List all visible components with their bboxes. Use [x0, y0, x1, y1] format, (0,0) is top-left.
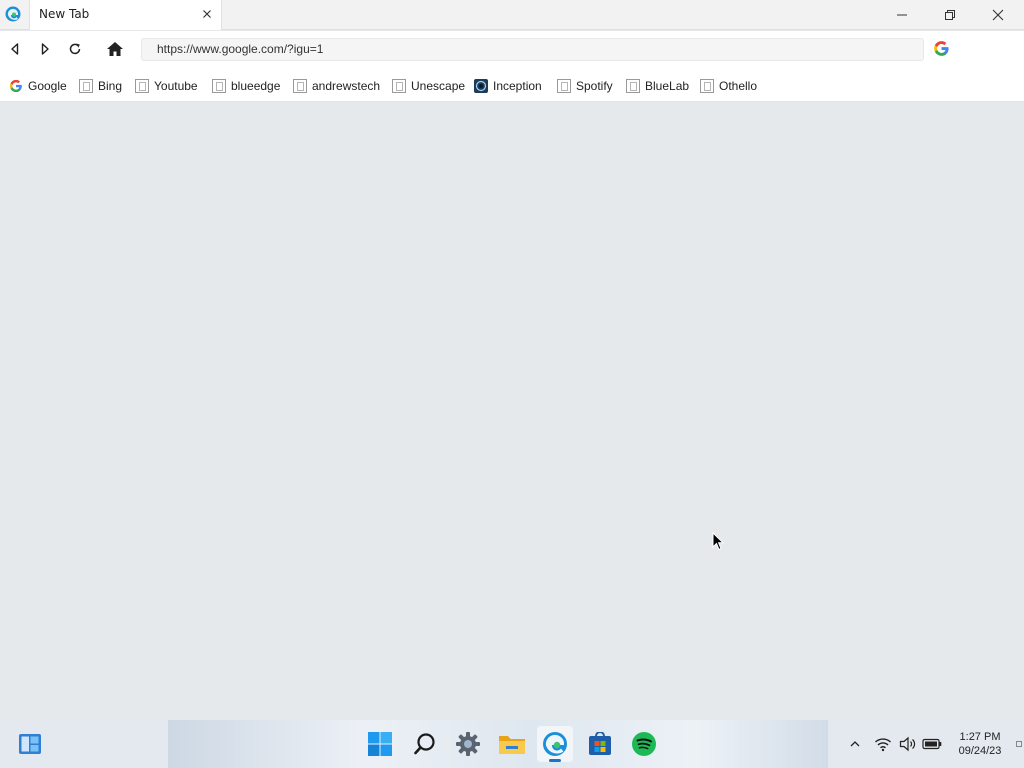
page-icon — [212, 78, 226, 93]
forward-button[interactable] — [33, 38, 57, 60]
active-app-indicator — [549, 759, 561, 762]
bookmark-inception[interactable]: Inception — [474, 77, 542, 94]
page-icon — [135, 78, 149, 93]
speaker-icon — [899, 736, 916, 752]
bookmark-label: Bing — [98, 78, 123, 93]
bookmark-youtube[interactable]: Youtube — [135, 77, 198, 94]
back-button[interactable] — [3, 38, 27, 60]
page-icon — [79, 78, 93, 93]
bookmark-label: andrewstech — [312, 78, 381, 93]
page-icon — [392, 78, 406, 93]
windows-logo-icon — [368, 732, 392, 756]
restore-icon — [945, 10, 955, 20]
forward-arrow-icon — [41, 43, 49, 55]
folder-icon — [499, 736, 525, 754]
close-tab-icon[interactable] — [199, 6, 215, 22]
restore-button[interactable] — [927, 0, 973, 30]
home-button[interactable] — [103, 38, 127, 60]
close-icon — [992, 9, 1004, 21]
bookmark-othello[interactable]: Othello — [700, 77, 757, 94]
bookmark-andrewstech[interactable]: andrewstech — [293, 77, 380, 94]
network-button[interactable] — [873, 734, 893, 754]
title-bar: New Tab — [0, 0, 1024, 30]
inception-icon — [474, 78, 488, 93]
show-desktop-button[interactable] — [1016, 741, 1022, 747]
battery-button[interactable] — [922, 734, 942, 754]
volume-button[interactable] — [898, 734, 918, 754]
mouse-cursor-icon — [712, 532, 724, 551]
reload-icon — [69, 43, 81, 55]
bookmark-unescape[interactable]: Unescape — [392, 77, 465, 94]
gear-icon — [456, 732, 480, 756]
chevron-up-icon — [850, 741, 860, 747]
widgets-button[interactable] — [12, 726, 48, 762]
start-button[interactable] — [362, 726, 398, 762]
page-icon — [626, 78, 640, 93]
google-search-icon[interactable] — [933, 40, 950, 57]
show-hidden-icons-button[interactable] — [845, 734, 865, 754]
bookmark-google[interactable]: Google — [9, 77, 67, 94]
bookmark-blueedge[interactable]: blueedge — [212, 77, 280, 94]
bookmark-bing[interactable]: Bing — [79, 77, 122, 94]
settings-app-button[interactable] — [450, 726, 486, 762]
desktop-screen: New Tab https://www.google.com/?igu=1 Go… — [0, 0, 1024, 768]
spotify-icon — [632, 732, 656, 756]
browser-tab[interactable]: New Tab — [29, 0, 222, 30]
page-content[interactable] — [0, 103, 1024, 720]
page-icon — [293, 78, 307, 93]
edge-icon — [543, 732, 567, 756]
edge-logo-icon — [5, 6, 21, 22]
bookmark-label: blueedge — [231, 78, 281, 93]
bookmark-label: BlueLab — [645, 78, 690, 93]
close-window-button[interactable] — [975, 0, 1021, 30]
edge-app-button[interactable] — [537, 726, 573, 762]
minimize-icon — [897, 14, 907, 16]
page-icon — [700, 78, 714, 93]
search-icon — [414, 733, 435, 755]
battery-icon — [922, 738, 942, 750]
store-app-button[interactable] — [582, 726, 618, 762]
page-icon — [557, 78, 571, 93]
wifi-icon — [875, 738, 891, 752]
bookmark-bluelab[interactable]: BlueLab — [626, 77, 689, 94]
clock-date[interactable]: 09/24/23 — [950, 745, 1010, 757]
search-button[interactable] — [407, 726, 443, 762]
bookmark-label: Othello — [719, 78, 758, 93]
bookmark-label: Unescape — [411, 78, 466, 93]
taskbar — [0, 720, 1024, 768]
google-icon — [9, 79, 22, 92]
back-arrow-icon — [11, 43, 19, 55]
store-icon — [589, 732, 611, 755]
reload-button[interactable] — [63, 38, 87, 60]
bookmark-label: Google — [28, 78, 67, 93]
bookmarks-bar: Google Bing Youtube blueedge andrewstech… — [0, 68, 1024, 102]
spotify-app-button[interactable] — [626, 726, 662, 762]
bookmark-label: Spotify — [576, 78, 613, 93]
home-icon — [107, 42, 123, 56]
bookmark-label: Youtube — [154, 78, 198, 93]
widgets-icon — [19, 734, 41, 754]
address-bar[interactable]: https://www.google.com/?igu=1 — [141, 38, 924, 61]
navigation-bar: https://www.google.com/?igu=1 — [0, 31, 1024, 68]
bookmark-spotify[interactable]: Spotify — [557, 77, 613, 94]
minimize-button[interactable] — [879, 0, 925, 30]
file-explorer-button[interactable] — [494, 726, 530, 762]
bookmark-label: Inception — [493, 78, 542, 93]
tab-title: New Tab — [39, 7, 90, 21]
clock-time[interactable]: 1:27 PM — [950, 731, 1010, 743]
